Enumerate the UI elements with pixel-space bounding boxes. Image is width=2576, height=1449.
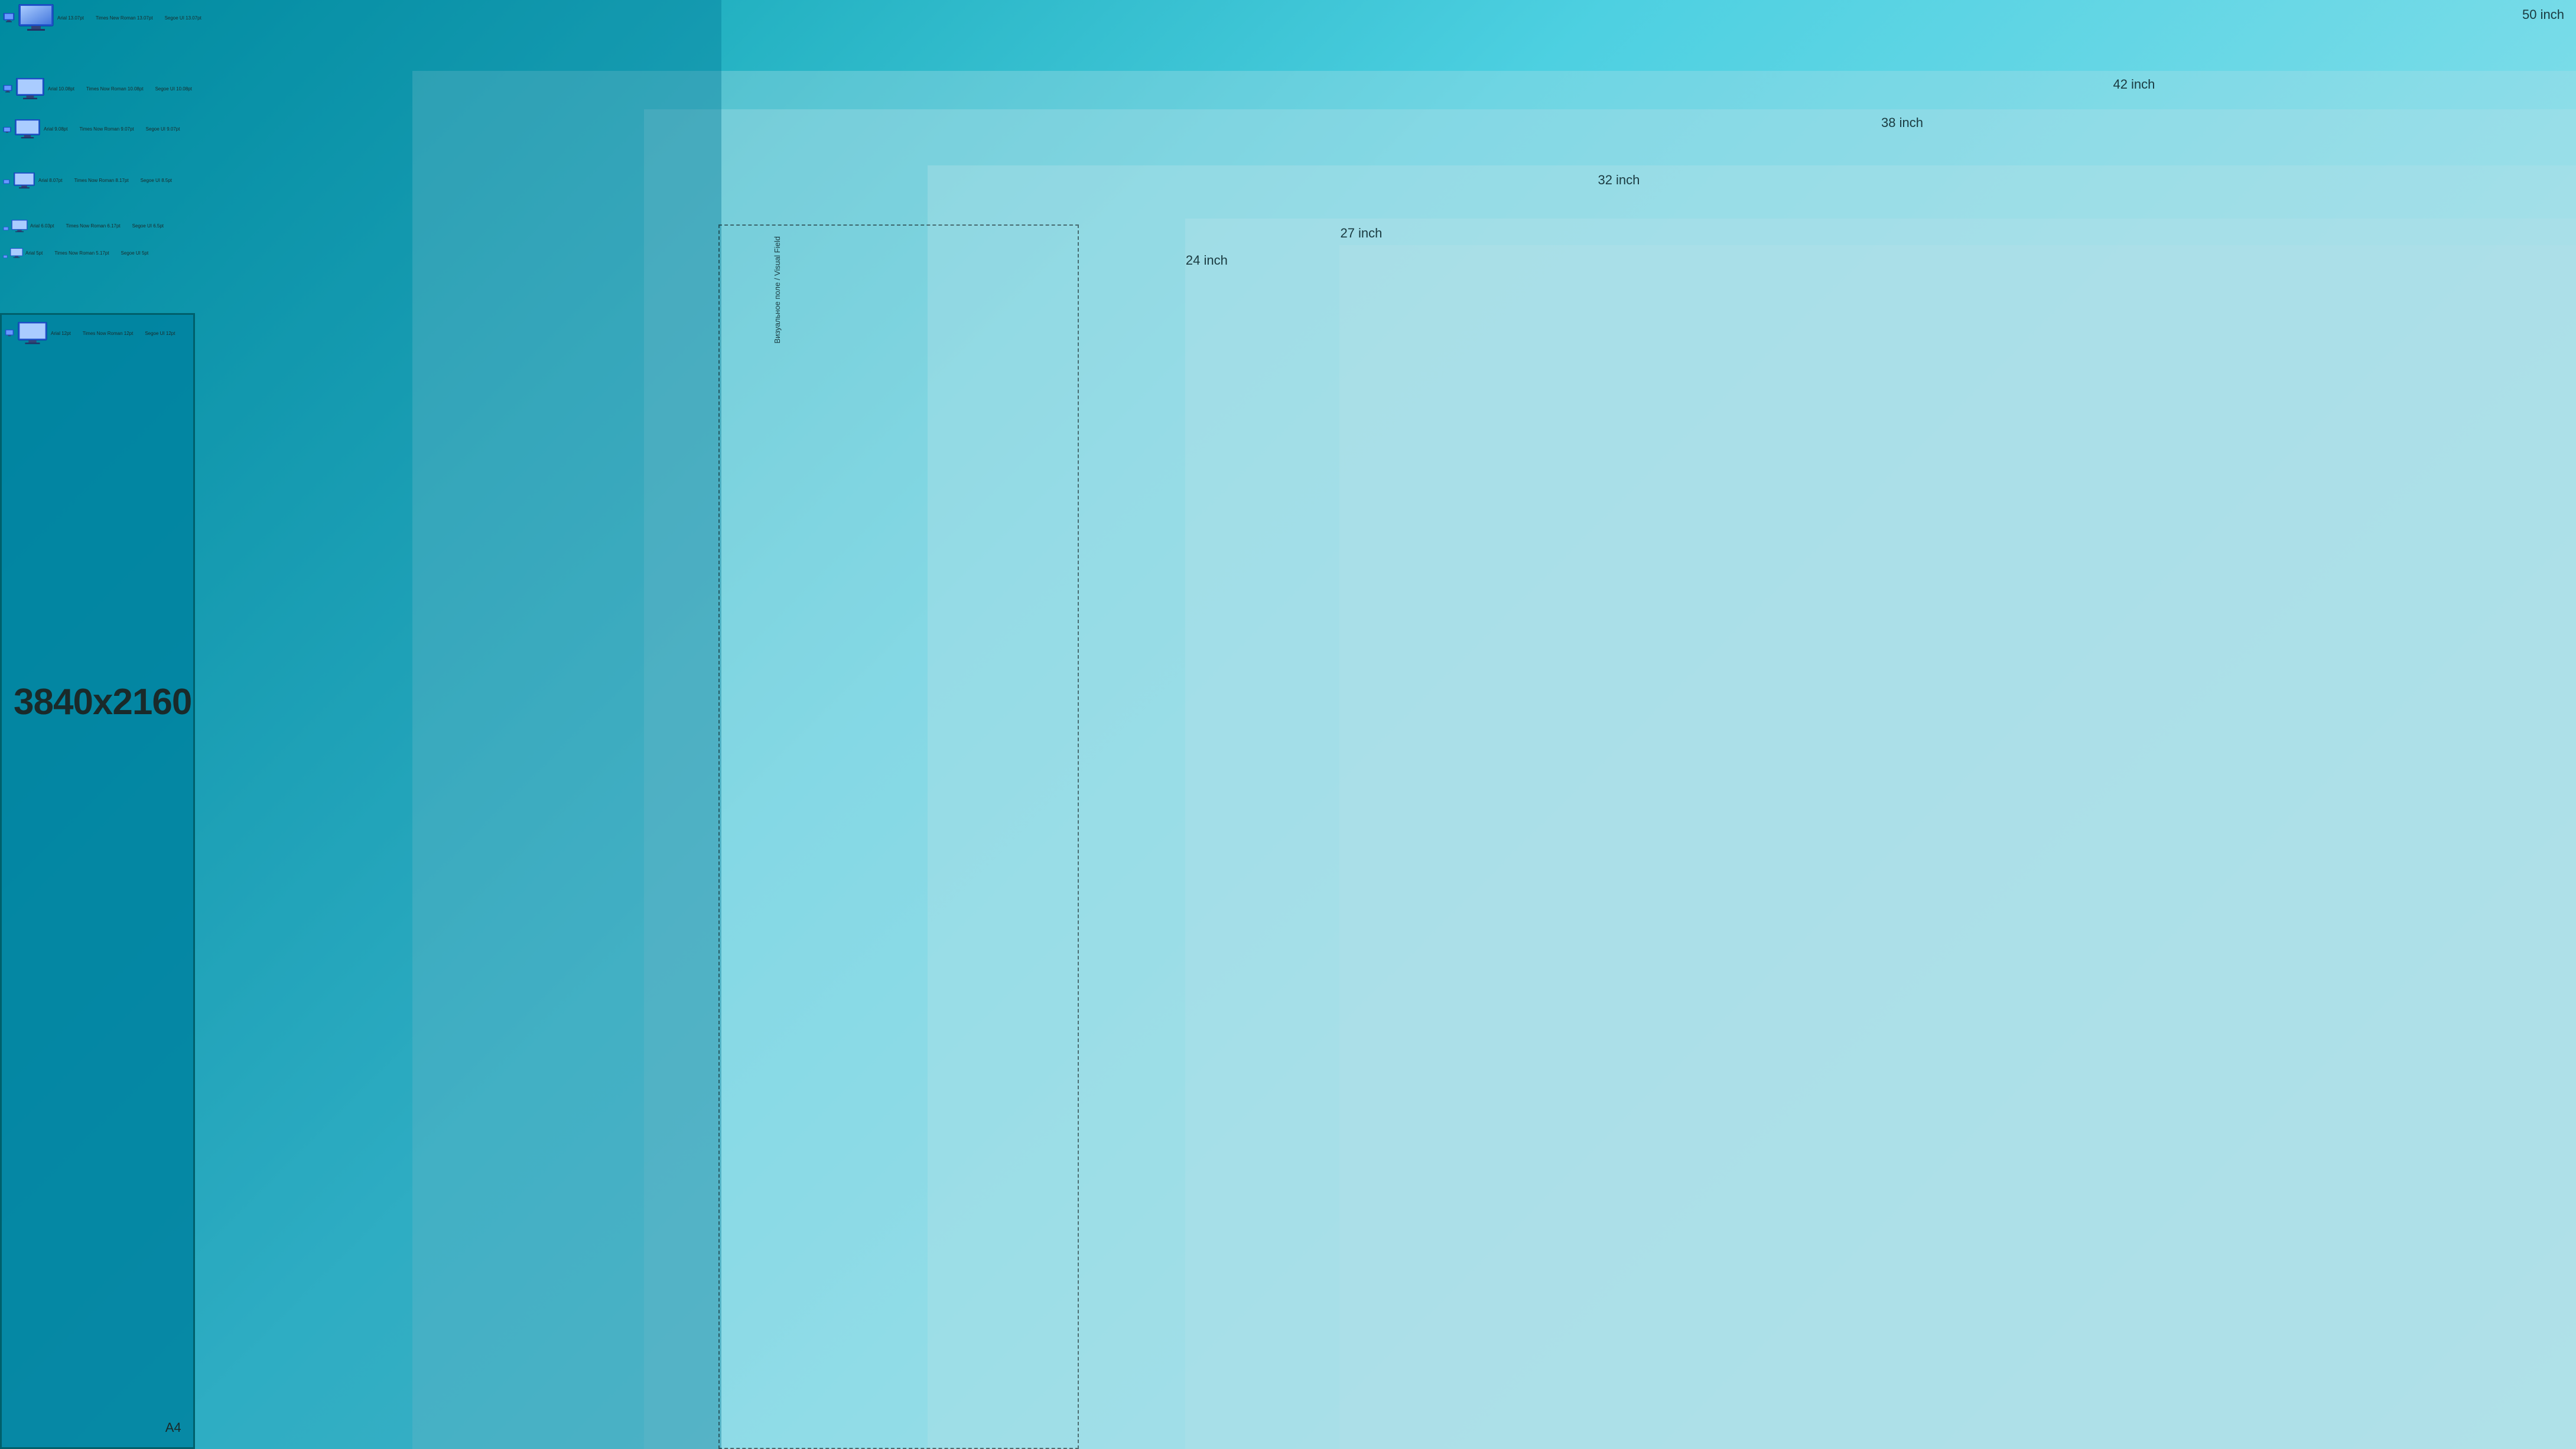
small-monitor-icon-4b (14, 172, 35, 188)
small-monitor-icon-3 (3, 126, 11, 132)
small-monitor-icon-1 (3, 13, 15, 22)
label-42-inch: 42 inch (2113, 77, 2155, 92)
medium-monitor-icon-3 (15, 119, 40, 139)
monitor-row-3: Arial 9.08pt Times Now Roman 9.07pt Sego… (0, 118, 721, 140)
row-4-font-labels: Arial 8.07pt Times Now Roman 8.17pt Sego… (38, 178, 172, 183)
visual-field-box (718, 224, 1079, 1449)
tiny-monitor-icon-5b (11, 220, 28, 232)
monitor-row-6: Arial 5pt Times Now Roman 5.17pt Segoe U… (0, 247, 721, 259)
large-monitor-icon-1 (18, 4, 54, 31)
small-monitor-icon-2 (3, 85, 12, 93)
row-5-font-labels: Arial 6.03pt Times Now Roman 6.17pt Sego… (30, 223, 164, 229)
monitor-row-4: Arial 8.07pt Times Now Roman 8.17pt Sego… (0, 171, 721, 190)
left-panel: Arial 13.07pt Times New Roman 13.07pt Se… (0, 0, 721, 1449)
monitor-row-7: Arial 12pt Times Now Roman 12pt Segoe UI… (2, 321, 193, 346)
screen-24-area (1339, 245, 2576, 1449)
row-1-font-labels: Arial 13.07pt Times New Roman 13.07pt Se… (57, 15, 201, 21)
label-27-inch: 27 inch (1340, 226, 1382, 241)
medium-monitor-icon-2 (16, 78, 44, 100)
tiny-monitor-icon-6a (3, 252, 8, 255)
row-2-font-labels: Arial 10.08pt Times Now Roman 10.08pt Se… (48, 86, 192, 92)
label-24-inch: 24 inch (1186, 253, 1228, 268)
row-3-font-labels: Arial 9.08pt Times Now Roman 9.07pt Sego… (44, 126, 180, 132)
large-monitor-display: Arial 12pt Times Now Roman 12pt Segoe UI… (0, 313, 195, 1449)
monitor-icon-7a (5, 330, 14, 337)
label-32-inch: 32 inch (1598, 172, 1640, 188)
resolution-text: 3840x2160 (14, 681, 191, 723)
a4-label: A4 (165, 1420, 181, 1435)
monitor-icon-7b (18, 322, 47, 344)
small-monitor-icon-4 (3, 178, 10, 183)
monitor-row-5: Arial 6.03pt Times Now Roman 6.17pt Sego… (0, 219, 721, 233)
monitor-row-1: Arial 13.07pt Times New Roman 13.07pt Se… (0, 3, 721, 32)
monitor-row-2: Arial 10.08pt Times Now Roman 10.08pt Se… (0, 77, 721, 101)
label-50-inch: 50 inch (2522, 7, 2564, 22)
label-38-inch: 38 inch (1881, 115, 1923, 131)
row-7-font-labels: Arial 12pt Times Now Roman 12pt Segoe UI… (51, 331, 175, 336)
row-6-font-labels: Arial 5pt Times Now Roman 5.17pt Segoe U… (25, 250, 148, 256)
tiny-monitor-icon-5a (3, 224, 9, 229)
tiny-monitor-icon-6b (10, 248, 23, 258)
main-container: 50 inch 42 inch 38 inch 32 inch 27 inch … (0, 0, 2576, 1449)
visual-field-label: Визуальное поле / Visual Field (773, 236, 782, 344)
